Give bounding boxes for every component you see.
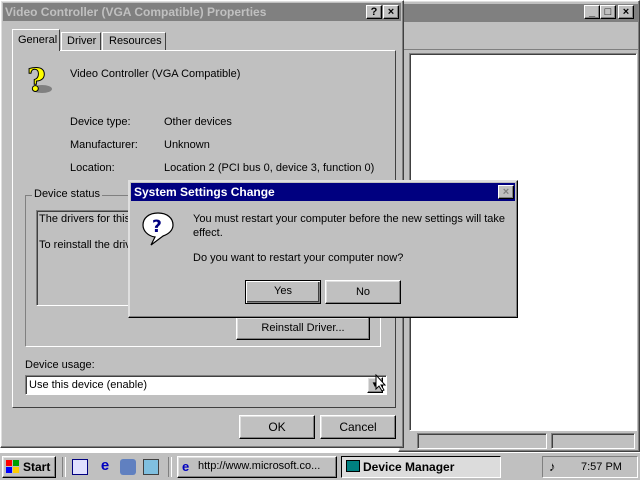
task-ie-label: http://www.microsoft.co...: [198, 460, 321, 472]
clock[interactable]: 7:57 PM: [581, 461, 622, 473]
yes-button[interactable]: Yes: [245, 280, 321, 304]
dialog-title: System Settings Change: [134, 185, 275, 199]
close-icon[interactable]: ×: [498, 185, 514, 199]
location-label: Location:: [70, 162, 115, 174]
system-settings-dialog: System Settings Change × ? You must rest…: [128, 180, 518, 318]
ie-page-icon: e: [182, 459, 190, 474]
question-icon: ?: [141, 211, 175, 247]
channels-icon[interactable]: [143, 459, 159, 475]
outlook-express-icon[interactable]: [120, 459, 136, 475]
dialog-titlebar[interactable]: System Settings Change ×: [131, 183, 515, 201]
device-manager-toolbar: [401, 27, 639, 50]
internet-explorer-icon[interactable]: e: [97, 458, 113, 474]
device-usage-select[interactable]: Use this device (enable) ▼: [25, 375, 387, 395]
tab-general[interactable]: General: [12, 29, 60, 51]
properties-title: Video Controller (VGA Compatible) Proper…: [5, 5, 267, 19]
svg-text:?: ?: [27, 61, 46, 97]
close-icon[interactable]: ×: [618, 5, 634, 19]
device-usage-value: Use this device (enable): [29, 379, 148, 391]
device-type-label: Device type:: [70, 116, 131, 128]
minimize-icon[interactable]: _: [584, 5, 600, 19]
no-button[interactable]: No: [325, 280, 401, 304]
taskbar-divider: [62, 457, 66, 477]
reinstall-driver-button[interactable]: Reinstall Driver...: [236, 317, 370, 340]
device-name: Video Controller (VGA Compatible): [70, 68, 241, 80]
manufacturer-label: Manufacturer:: [70, 139, 138, 151]
tab-driver[interactable]: Driver: [61, 32, 101, 51]
mouse-cursor-icon: [375, 373, 387, 392]
device-manager-icon: [346, 460, 360, 472]
tab-resources[interactable]: Resources: [102, 32, 166, 51]
device-usage-label: Device usage:: [25, 359, 95, 371]
start-label: Start: [23, 460, 51, 474]
maximize-icon[interactable]: □: [600, 5, 616, 19]
task-devmgr-label: Device Manager: [363, 460, 455, 474]
dialog-message-line2: effect.: [193, 227, 223, 239]
help-icon[interactable]: ?: [366, 5, 382, 19]
svg-text:?: ?: [152, 217, 162, 237]
volume-icon[interactable]: ♪: [549, 459, 556, 474]
close-icon[interactable]: ×: [383, 5, 399, 19]
cancel-button[interactable]: Cancel: [320, 415, 396, 439]
status-text-line1: The drivers for this: [39, 213, 131, 225]
ok-button[interactable]: OK: [239, 415, 315, 439]
task-button-device-manager[interactable]: Device Manager: [341, 456, 501, 478]
location-value: Location 2 (PCI bus 0, device 3, functio…: [164, 162, 375, 174]
task-button-ie[interactable]: e http://www.microsoft.co...: [177, 456, 337, 478]
device-type-value: Other devices: [164, 116, 232, 128]
status-text-line2: To reinstall the drive: [39, 239, 137, 251]
start-button[interactable]: Start: [2, 456, 56, 478]
status-bar-pane: [417, 433, 547, 449]
system-tray: ♪ 7:57 PM: [542, 456, 638, 478]
windows-logo-icon: [6, 460, 20, 474]
manufacturer-value: Unknown: [164, 139, 210, 151]
unknown-device-icon: ?: [25, 61, 55, 100]
dialog-message-line1: You must restart your computer before th…: [193, 213, 506, 225]
dialog-question: Do you want to restart your computer now…: [193, 252, 404, 264]
taskbar: Start e e http://www.microsoft.co... Dev…: [0, 452, 640, 480]
show-desktop-icon[interactable]: [72, 459, 88, 475]
status-bar-pane: [551, 433, 635, 449]
properties-titlebar[interactable]: Video Controller (VGA Compatible) Proper…: [3, 3, 401, 21]
taskbar-divider: [168, 457, 172, 477]
device-status-label: Device status: [32, 188, 103, 200]
